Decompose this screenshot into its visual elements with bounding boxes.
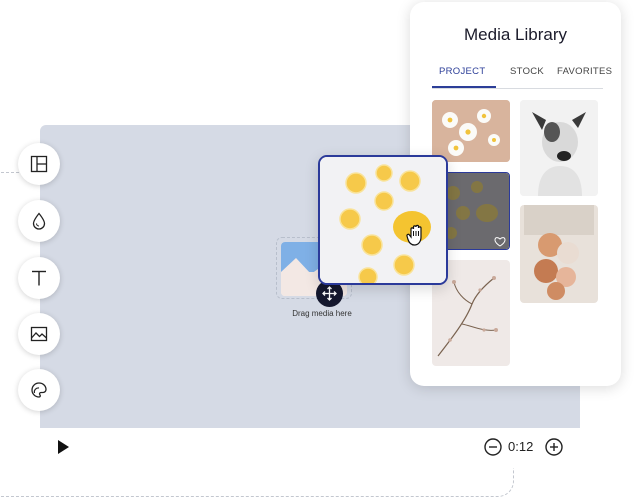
thumbnail-dog[interactable] — [520, 100, 598, 196]
color-tool-button[interactable] — [18, 200, 60, 242]
text-tool-button[interactable] — [18, 257, 60, 299]
thumbnail-balloons[interactable] — [520, 205, 598, 303]
layout-tool-button[interactable] — [18, 143, 60, 185]
palette-icon — [31, 382, 47, 398]
playback-bar: 0:12 — [40, 428, 580, 468]
palette-tool-button[interactable] — [18, 369, 60, 411]
move-arrows-icon — [322, 286, 337, 301]
grab-hand-icon — [406, 224, 422, 246]
image-icon — [30, 326, 48, 342]
dragged-media-card[interactable] — [318, 155, 448, 285]
image-tool-button[interactable] — [18, 313, 60, 355]
text-icon — [32, 270, 46, 286]
drop-icon — [32, 212, 46, 230]
drag-media-caption: Drag media here — [292, 309, 352, 318]
panel-title: Media Library — [464, 25, 567, 44]
thumbnail-daisies[interactable] — [432, 100, 510, 162]
zoom-out-icon[interactable] — [483, 437, 503, 457]
active-tab-indicator — [432, 86, 496, 88]
timecode: 0:12 — [508, 439, 534, 454]
play-button[interactable] — [58, 440, 69, 454]
layout-icon — [30, 155, 48, 173]
tab-favorites[interactable]: FAVORITES — [557, 66, 612, 77]
tab-project[interactable]: PROJECT — [439, 66, 485, 77]
zoom-in-icon[interactable] — [544, 437, 564, 457]
tab-stock[interactable]: STOCK — [510, 66, 544, 77]
library-tabs: PROJECT STOCK FAVORITES — [432, 66, 612, 89]
